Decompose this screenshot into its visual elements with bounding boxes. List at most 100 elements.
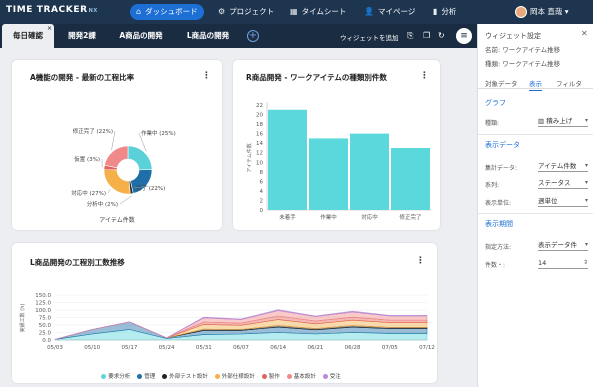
legend-swatch xyxy=(214,374,220,379)
x-tick-label: 05/03 xyxy=(47,345,63,351)
chart-legend: 要求分析 管理 外部テスト設計 外部仕様設計 製作 基本設計 受注 xyxy=(12,363,437,382)
x-tick-label: 07/12 xyxy=(419,345,435,351)
legend-label: 外部仕様設計 xyxy=(221,374,255,380)
nav-project[interactable]: ⚙ プロジェクト xyxy=(212,4,280,20)
y-tick-label: 2 xyxy=(260,198,264,204)
legend-label: 基本設計 xyxy=(293,374,316,380)
x-tick-label: 05/24 xyxy=(159,345,175,351)
count-stepper[interactable]: 14 ⇕ xyxy=(538,257,588,269)
x-tick-label: 05/17 xyxy=(121,345,137,351)
y-tick-label: 0.0 xyxy=(42,338,51,344)
widget-settings-panel: ウィジェット設定 ✕ 名前: ワークアイテム推移 種類: ワークアイテム推移 対… xyxy=(477,24,593,387)
name-input[interactable]: ワークアイテム推移 xyxy=(502,46,560,54)
kind-label: 種類: xyxy=(485,120,500,127)
legend-item[interactable]: 基本設計 xyxy=(286,372,316,380)
unit-select[interactable]: 週単位 ▾ xyxy=(538,195,588,207)
tab-filter[interactable]: フィルタ xyxy=(556,78,582,88)
legend-item[interactable]: 外部仕様設計 xyxy=(214,372,255,380)
y-tick-label: 12 xyxy=(256,151,263,157)
analysis-icon: ▮ xyxy=(433,7,438,16)
project-icon: ⚙ xyxy=(218,7,226,16)
y-tick-label: 150.0 xyxy=(35,293,51,299)
close-icon[interactable]: ✕ xyxy=(581,29,588,38)
legend-swatch xyxy=(137,374,143,379)
widget-donut: A機能の開発 - 最新の工程比率 ⋮ 作業中 (25%) 完了 (22%) 分析中 … xyxy=(12,60,222,230)
x-tick-label: 06/21 xyxy=(307,345,323,351)
bar xyxy=(309,138,348,210)
legend-label: 製作 xyxy=(268,374,280,380)
copy-icon[interactable]: ❐ xyxy=(423,31,430,40)
x-tick-label: 06/14 xyxy=(270,345,286,351)
slice-label: 作業中 (25%) xyxy=(141,129,176,137)
x-tick-label: 06/28 xyxy=(345,345,361,351)
add-tab-button[interactable]: + xyxy=(247,30,259,42)
stacked-chart-icon: ▥ xyxy=(538,117,547,125)
donut-caption: アイテム件数 xyxy=(99,217,135,224)
legend-label: 受注 xyxy=(329,374,341,380)
series-label: 系列: xyxy=(485,182,500,189)
add-widget-button[interactable]: ウィジェットを追加 xyxy=(340,32,399,42)
bar xyxy=(391,147,430,210)
tab-dev-section-2[interactable]: 開発2課 xyxy=(58,24,106,48)
legend-item[interactable]: 外部テスト設計 xyxy=(162,372,208,380)
user-menu[interactable]: 岡本 直哉 ▾ xyxy=(515,3,569,21)
tab-display[interactable]: 表示 xyxy=(529,78,542,91)
export-icon[interactable]: ⎘ xyxy=(407,31,413,41)
agg-select[interactable]: アイテム件数 ▾ xyxy=(538,160,588,172)
avatar xyxy=(515,6,527,18)
y-tick-label: 22 xyxy=(256,103,263,109)
tab-a-product[interactable]: A商品の開発 xyxy=(110,24,172,48)
nav-analysis[interactable]: ▮ 分析 xyxy=(427,4,462,20)
nav-mypage[interactable]: 👤 マイページ xyxy=(358,4,421,20)
y-tick-label: 16 xyxy=(256,132,263,138)
legend-label: 外部テスト設計 xyxy=(169,374,208,380)
nav-dashboard[interactable]: ⌂ ダッシュボード xyxy=(130,4,204,20)
legend-item[interactable]: 管理 xyxy=(137,372,155,380)
widget-bar: R商品開発 - ワークアイテムの種類別件数 ⋮ 0 2 4 6 8 10 12 14 16 18 2… xyxy=(233,60,440,230)
x-tick-label: 05/10 xyxy=(84,345,100,351)
y-tick-label: 18 xyxy=(256,122,263,128)
tab-l-product[interactable]: L商品の開発 xyxy=(176,24,240,48)
bar-chart: 0 2 4 6 8 10 12 14 16 18 20 22 アイテム件数未着手 作業中 対応中 修正完了 xyxy=(246,102,431,221)
type-row: 種類: ワークアイテム推移 xyxy=(485,60,561,68)
bar xyxy=(268,109,307,210)
leader-line xyxy=(119,195,133,205)
chevron-down-icon: ▾ xyxy=(584,197,588,204)
legend-swatch xyxy=(101,374,107,379)
close-icon[interactable]: × xyxy=(47,17,52,41)
kind-select[interactable]: ▥ 積み上げ ▾ xyxy=(538,115,588,127)
legend-swatch xyxy=(286,374,292,379)
bar xyxy=(350,133,389,210)
settings-tabs: 対象データ 表示 フィルタ xyxy=(478,77,593,91)
legend-item[interactable]: 要求分析 xyxy=(101,372,130,380)
method-select[interactable]: 表示データ件 ▾ xyxy=(538,239,588,251)
unit-label: 表示単位: xyxy=(485,200,512,207)
donut-slice xyxy=(104,145,129,169)
legend-item[interactable]: 受注 xyxy=(322,372,341,380)
area-chart: 0.025.0 50.075.0 100.0125.0 150.0 実績工数 (h) 05… xyxy=(19,293,435,351)
legend-item[interactable]: 製作 xyxy=(261,372,280,380)
slice-label: 対応中 (27%) xyxy=(71,189,106,197)
app-logo[interactable]: TIME TRACKERNX xyxy=(6,5,98,15)
tab-daily-check[interactable]: 毎日確認 × xyxy=(2,24,54,48)
donut-chart: 作業中 (25%) 完了 (22%) 分析中 (2%) 対応中 (27%) 仮置 (3%… xyxy=(71,127,176,208)
timesheet-icon: ▦ xyxy=(290,7,298,16)
menu-button[interactable]: ≡ xyxy=(456,28,472,44)
dashboard-icon: ⌂ xyxy=(136,7,142,16)
legend-swatch xyxy=(322,374,328,379)
name-row: 名前: ワークアイテム推移 xyxy=(485,46,561,54)
y-tick-label: 75.0 xyxy=(39,316,52,322)
x-tick-label: 07/05 xyxy=(382,345,398,351)
donut-slice xyxy=(127,145,153,171)
top-bar: TIME TRACKERNX ⌂ ダッシュボード ⚙ プロジェクト ▦ タイムシート … xyxy=(0,0,593,24)
refresh-icon[interactable]: ↻ xyxy=(438,31,445,40)
chevron-down-icon: ▾ xyxy=(584,241,588,248)
slice-label: 仮置 (3%) xyxy=(74,155,100,163)
chevron-down-icon: ▾ xyxy=(564,7,569,16)
slice-label: 修正完了 (22%) xyxy=(73,127,113,135)
legend-label: 要求分析 xyxy=(108,374,131,380)
series-select[interactable]: ステータス ▾ xyxy=(538,177,588,189)
widget-area: L商品開発の工程別工数推移 ⋮ 0.0 25.0 50.0 75.0 100.0 125.… xyxy=(12,243,437,383)
tab-target-data[interactable]: 対象データ xyxy=(485,78,518,88)
nav-timesheet[interactable]: ▦ タイムシート xyxy=(284,4,352,20)
